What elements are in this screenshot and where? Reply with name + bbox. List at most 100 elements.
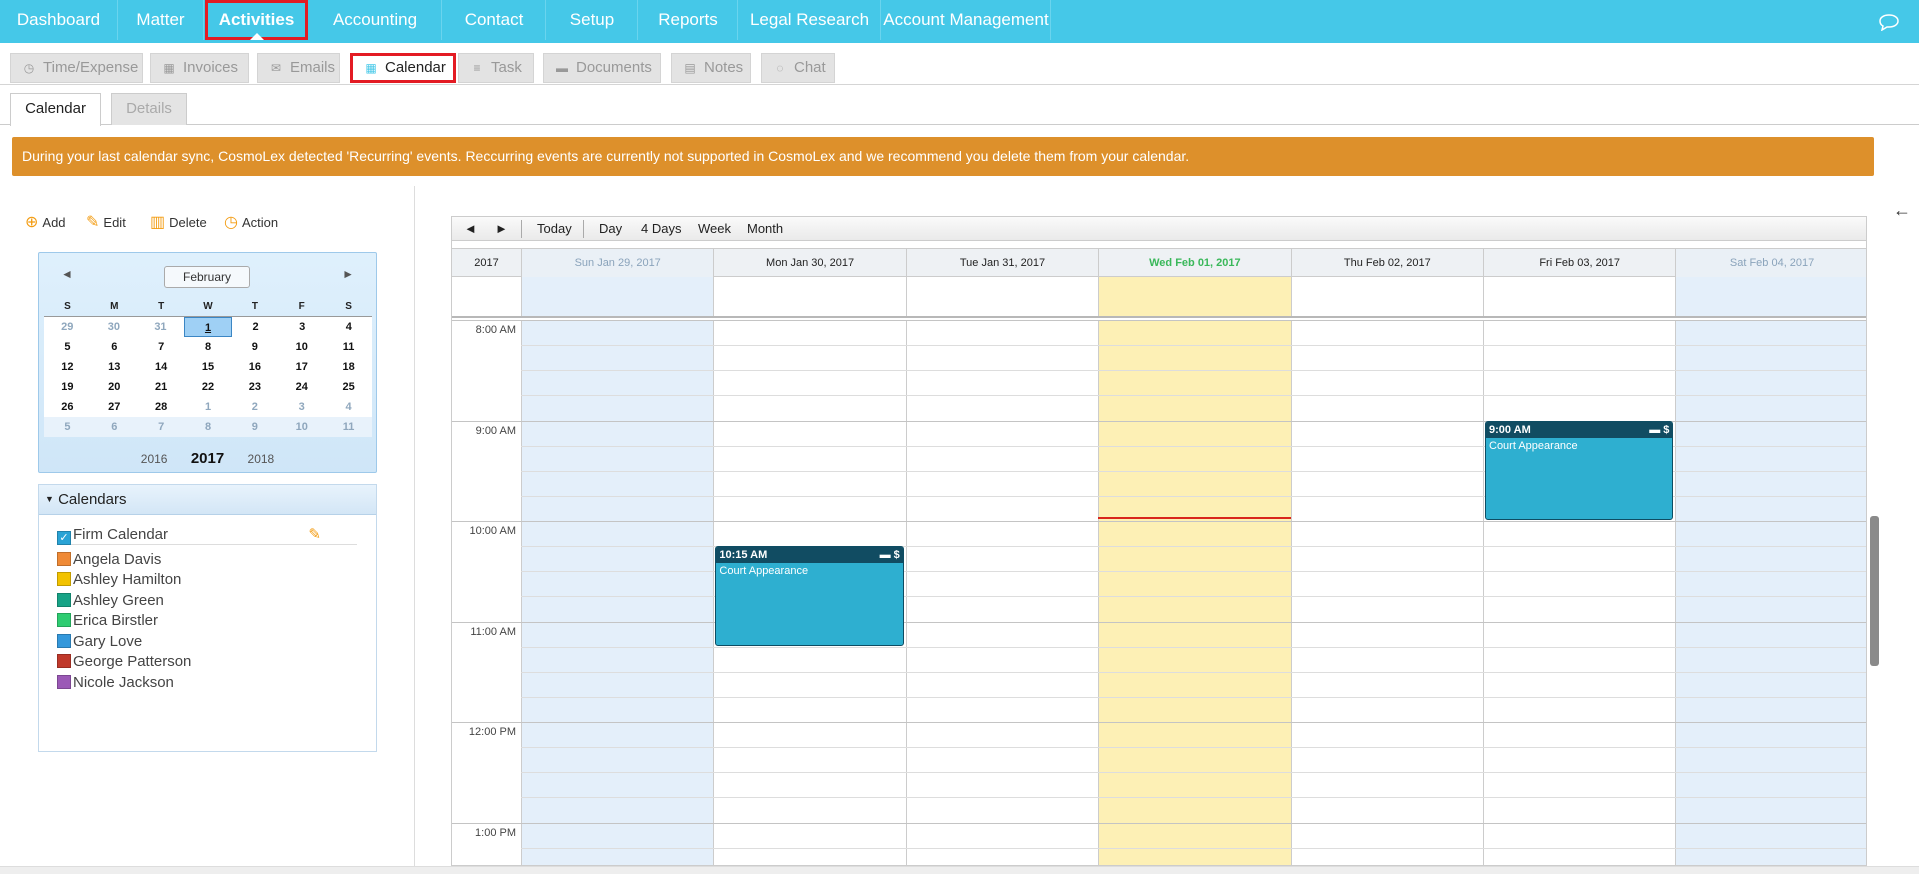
all-day-cell[interactable] (905, 277, 1099, 316)
year-prev[interactable]: 2016 (141, 452, 168, 466)
day-cell[interactable]: 9 (231, 337, 278, 357)
nav-activities[interactable]: Activities (205, 0, 308, 40)
four-day-view-button[interactable]: 4 Days (641, 217, 681, 241)
day-cell[interactable]: 8 (185, 337, 232, 357)
tab-calendar-view[interactable]: Calendar (10, 93, 101, 126)
day-column[interactable] (1098, 320, 1291, 865)
day-header[interactable]: Sun Jan 29, 2017 (521, 249, 714, 277)
tab-task[interactable]: ≡ Task (458, 53, 534, 83)
week-view-button[interactable]: Week (698, 217, 731, 241)
calendar-item[interactable]: Ashley Green (57, 591, 164, 611)
day-cell[interactable]: 19 (44, 377, 91, 397)
day-cell[interactable]: 5 (44, 337, 91, 357)
next-week-button[interactable]: ► (495, 217, 508, 241)
calendars-header[interactable]: ▼ Calendars (39, 485, 376, 515)
nav-setup[interactable]: Setup (547, 0, 638, 40)
calendar-item[interactable]: Ashley Hamilton (57, 570, 181, 590)
day-cell[interactable]: 9 (231, 417, 278, 437)
all-day-cell[interactable] (1483, 277, 1676, 316)
nav-matter[interactable]: Matter (118, 0, 204, 40)
month-selector[interactable]: February (164, 266, 250, 288)
calendar-item[interactable]: Erica Birstler (57, 611, 158, 631)
day-cell[interactable]: 29 (44, 317, 91, 337)
day-column[interactable] (1675, 320, 1866, 865)
nav-contact[interactable]: Contact (443, 0, 546, 40)
day-cell[interactable]: 22 (185, 377, 232, 397)
day-cell[interactable]: 12 (44, 357, 91, 377)
all-day-cell[interactable] (1098, 277, 1291, 316)
nav-accounting[interactable]: Accounting (309, 0, 442, 40)
day-cell[interactable]: 23 (231, 377, 278, 397)
prev-week-button[interactable]: ◄ (464, 217, 477, 241)
day-header[interactable]: Tue Jan 31, 2017 (905, 249, 1098, 277)
day-view-button[interactable]: Day (599, 217, 622, 241)
day-column[interactable] (521, 320, 714, 865)
tab-time-expense[interactable]: ◷ Time/Expense (10, 53, 143, 83)
calendar-item[interactable]: George Patterson (57, 652, 191, 672)
checkbox-checked-icon[interactable]: ✓ (57, 531, 71, 545)
day-cell[interactable]: 1 (185, 397, 232, 417)
day-cell[interactable]: 11 (325, 337, 372, 357)
day-cell[interactable]: 7 (138, 337, 185, 357)
day-cell[interactable]: 2 (231, 397, 278, 417)
day-cell[interactable]: 1 (183, 317, 233, 337)
day-cell[interactable]: 10 (278, 337, 325, 357)
day-header[interactable]: Fri Feb 03, 2017 (1483, 249, 1675, 277)
today-button[interactable]: Today (537, 217, 572, 241)
day-cell[interactable]: 11 (325, 417, 372, 437)
grid-scrollbar[interactable] (1870, 516, 1879, 666)
all-day-cell[interactable] (521, 277, 714, 316)
calendar-event[interactable]: 9:00 AM ▬ $ Court Appearance (1485, 420, 1674, 520)
calendar-item[interactable]: ✓ Firm Calendar ✎ (57, 525, 357, 545)
day-cell[interactable]: 13 (91, 357, 138, 377)
day-cell[interactable]: 28 (138, 397, 185, 417)
day-cell[interactable]: 14 (138, 357, 185, 377)
year-current[interactable]: 2017 (191, 450, 224, 467)
delete-button[interactable]: ▥ Delete (150, 212, 207, 232)
day-cell[interactable]: 3 (278, 397, 325, 417)
tab-calendar[interactable]: ▦ Calendar (350, 53, 456, 83)
day-header[interactable]: Wed Feb 01, 2017 (1098, 249, 1290, 277)
day-cell[interactable]: 24 (278, 377, 325, 397)
day-cell[interactable]: 26 (44, 397, 91, 417)
tab-documents[interactable]: ▬ Documents (543, 53, 661, 83)
day-column[interactable] (1290, 320, 1483, 865)
day-cell[interactable]: 6 (91, 337, 138, 357)
day-cell[interactable]: 10 (278, 417, 325, 437)
day-header[interactable]: Sat Feb 04, 2017 (1675, 249, 1866, 277)
edit-button[interactable]: ✎ Edit (86, 212, 126, 232)
nav-account-management[interactable]: Account Management (882, 0, 1051, 40)
month-view-button[interactable]: Month (747, 217, 783, 241)
day-column[interactable] (905, 320, 1099, 865)
arrow-left-icon[interactable]: ← (1893, 200, 1911, 221)
tab-emails[interactable]: ✉ Emails (257, 53, 340, 83)
calendar-item[interactable]: Gary Love (57, 632, 142, 652)
day-cell[interactable]: 7 (138, 417, 185, 437)
day-cell[interactable]: 27 (91, 397, 138, 417)
day-cell[interactable]: 2 (232, 317, 279, 337)
all-day-cell[interactable] (713, 277, 906, 316)
year-next[interactable]: 2018 (248, 452, 275, 466)
tab-invoices[interactable]: ▦ Invoices (150, 53, 249, 83)
day-cell[interactable]: 17 (278, 357, 325, 377)
day-header[interactable]: Mon Jan 30, 2017 (713, 249, 905, 277)
add-button[interactable]: ⊕ Add (25, 212, 66, 232)
calendar-event[interactable]: 10:15 AM ▬ $ Court Appearance (715, 546, 904, 646)
tab-chat[interactable]: ◌ Chat (761, 53, 835, 83)
calendar-item[interactable]: Angela Davis (57, 550, 161, 570)
day-cell[interactable]: 6 (91, 417, 138, 437)
day-cell[interactable]: 15 (185, 357, 232, 377)
prev-month-arrow-icon[interactable]: ◄ (61, 267, 73, 281)
pencil-icon[interactable]: ✎ (308, 525, 321, 545)
nav-dashboard[interactable]: Dashboard (0, 0, 118, 40)
day-cell[interactable]: 31 (137, 317, 184, 337)
nav-legal-research[interactable]: Legal Research (739, 0, 881, 40)
action-button[interactable]: ◷ Action (224, 212, 278, 232)
day-cell[interactable]: 4 (325, 397, 372, 417)
day-column[interactable] (1483, 320, 1676, 865)
day-cell[interactable]: 5 (44, 417, 91, 437)
day-cell[interactable]: 3 (279, 317, 326, 337)
day-cell[interactable]: 18 (325, 357, 372, 377)
all-day-cell[interactable] (1290, 277, 1483, 316)
day-header[interactable]: Thu Feb 02, 2017 (1290, 249, 1483, 277)
